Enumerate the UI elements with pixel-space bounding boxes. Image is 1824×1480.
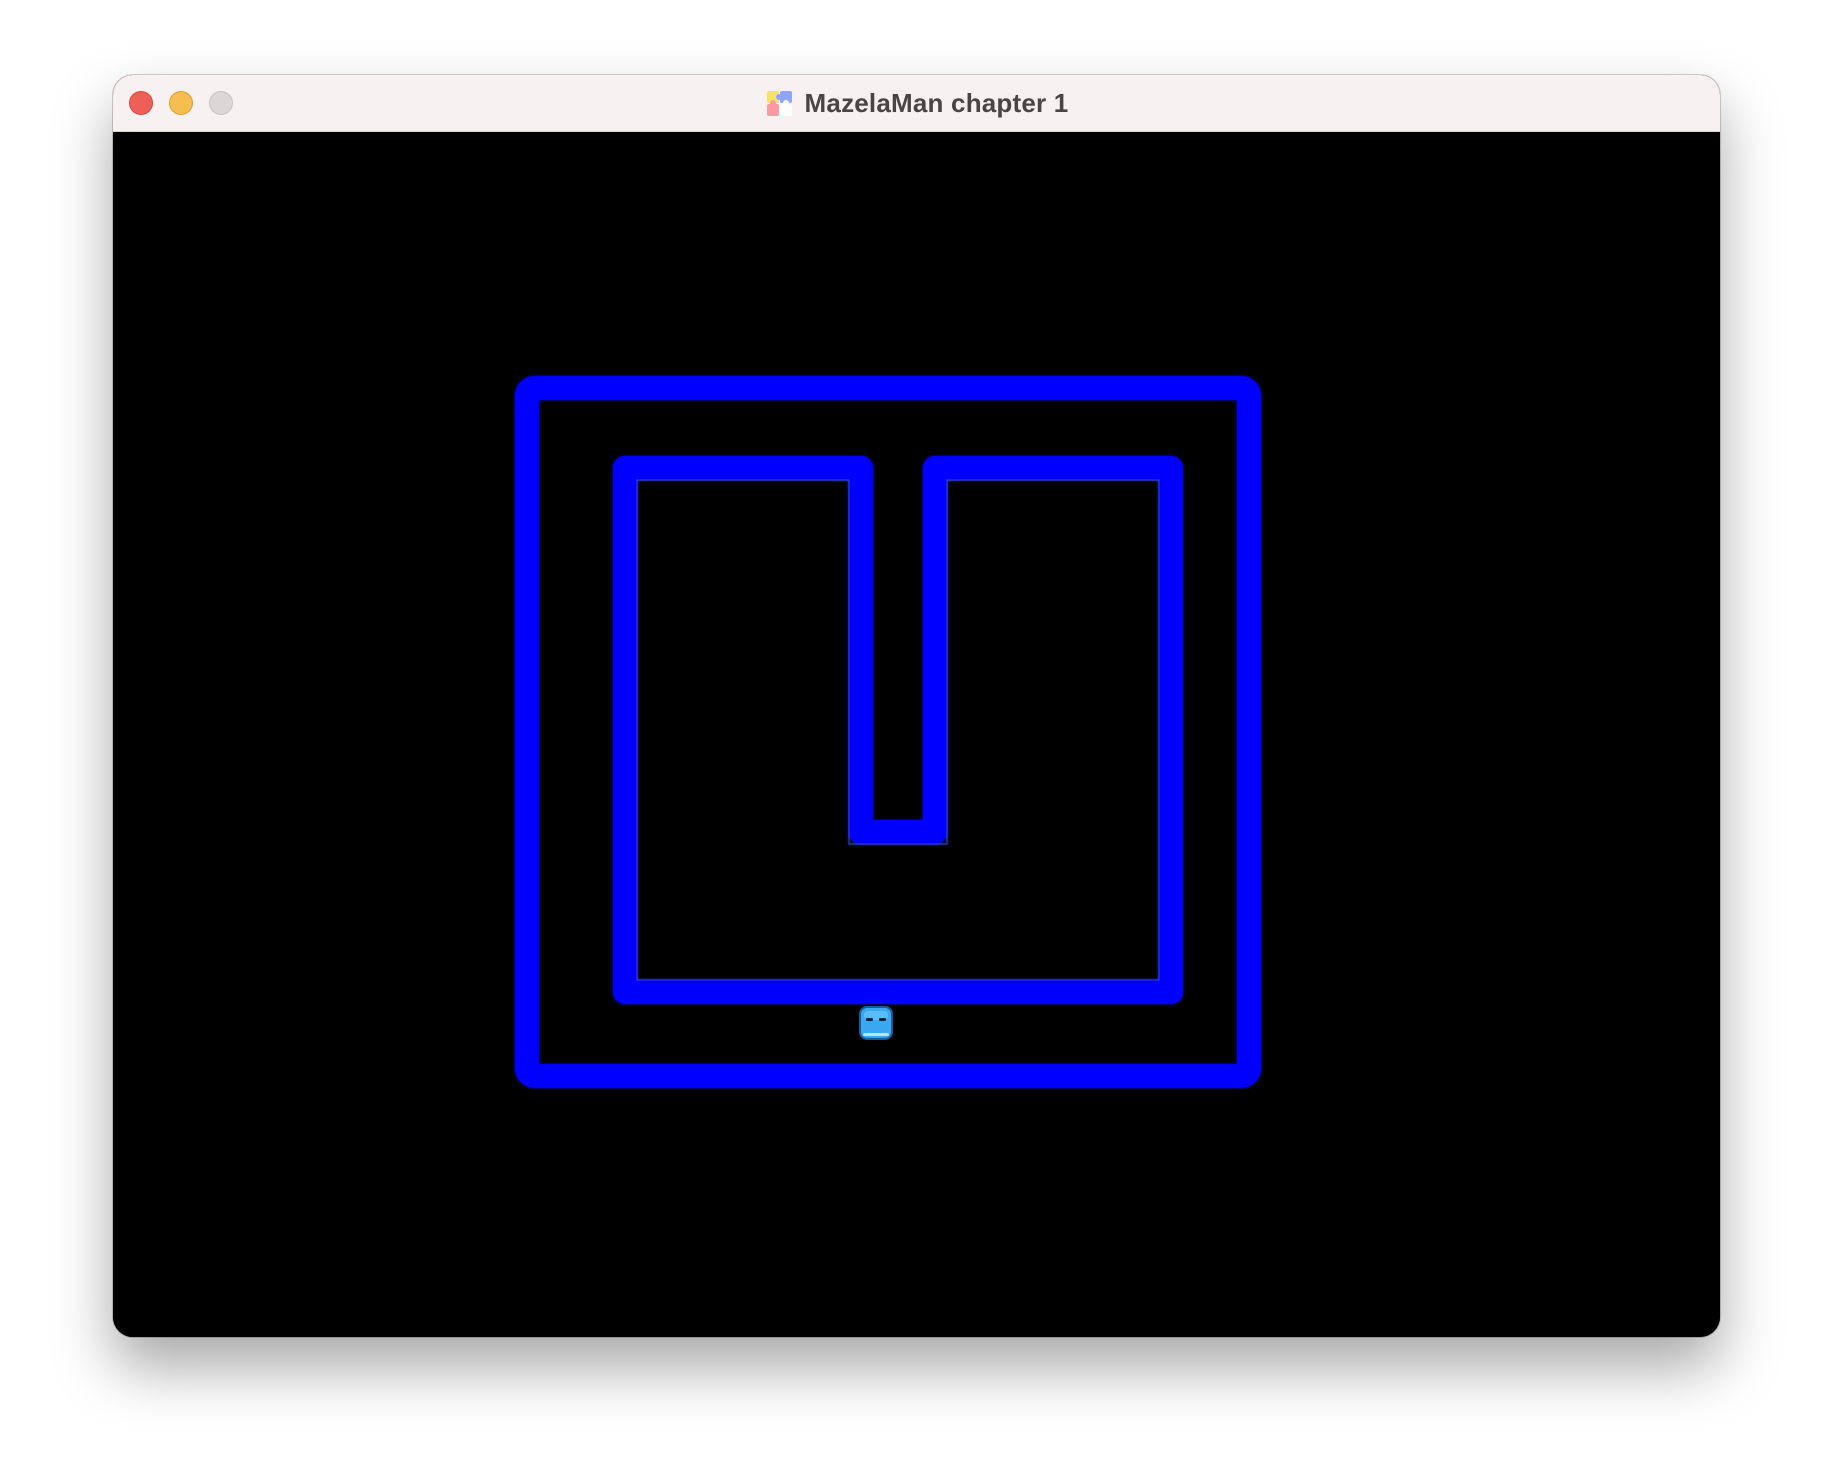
maze-board bbox=[515, 376, 1261, 1088]
maze-walls bbox=[515, 376, 1261, 1088]
inner-wall bbox=[613, 456, 1183, 1004]
title-bar[interactable]: MazelaMan chapter 1 bbox=[113, 75, 1720, 132]
puzzle-piece-icon bbox=[766, 90, 792, 116]
inner-wall-highlight bbox=[636, 479, 1160, 981]
game-canvas[interactable] bbox=[113, 132, 1720, 1337]
app-window: MazelaMan chapter 1 bbox=[113, 75, 1720, 1337]
window-title: MazelaMan chapter 1 bbox=[804, 88, 1069, 118]
mazelaman-player-icon bbox=[859, 1006, 893, 1040]
title-group: MazelaMan chapter 1 bbox=[113, 75, 1720, 132]
